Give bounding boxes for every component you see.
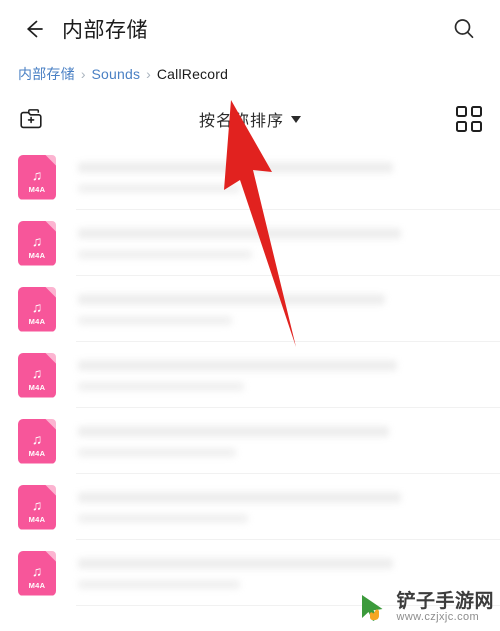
file-info: [78, 293, 482, 325]
music-note-glyph: ♫: [31, 364, 43, 381]
file-detail-redacted: [78, 249, 252, 259]
page-title: 内部存储: [62, 19, 148, 42]
breadcrumb-item-sounds[interactable]: Sounds: [91, 66, 140, 82]
file-list: ♫ M4A ♫ M4A ♫ M4A ♫ M4A ♫ M4A ♫ M4A ♫ M4…: [0, 144, 500, 606]
grid-cell: [471, 121, 482, 132]
grid-cell: [456, 121, 467, 132]
music-note-glyph: ♫: [31, 166, 43, 183]
music-note-glyph: ♫: [31, 496, 43, 513]
grid-cell: [471, 106, 482, 117]
m4a-file-icon: ♫ M4A: [18, 154, 56, 200]
file-name-redacted: [78, 491, 402, 503]
file-detail-redacted: [78, 315, 232, 325]
music-note-glyph: ♫: [31, 232, 43, 249]
m4a-file-icon: ♫ M4A: [18, 550, 56, 596]
file-extension-badge: M4A: [28, 382, 46, 392]
file-name-redacted: [78, 161, 394, 173]
m4a-file-icon: ♫ M4A: [18, 220, 56, 266]
chevron-down-icon: [291, 115, 302, 123]
site-watermark: 铲子手游网 www.czjxjc.com: [355, 590, 494, 626]
table-row[interactable]: ♫ M4A: [0, 474, 500, 540]
sort-dropdown-label: 按名称排序: [198, 113, 285, 130]
file-extension-badge: M4A: [28, 514, 46, 524]
file-name-redacted: [78, 227, 402, 239]
file-extension-badge: M4A: [28, 316, 46, 326]
m4a-file-icon: ♫ M4A: [18, 352, 56, 398]
file-extension-badge: M4A: [28, 250, 46, 260]
new-folder-icon[interactable]: [18, 106, 44, 132]
file-detail-redacted: [78, 183, 240, 193]
breadcrumb: 内部存储 › Sounds › CallRecord: [0, 58, 500, 94]
grid-view-icon[interactable]: [456, 106, 482, 132]
breadcrumb-separator-icon: ›: [146, 66, 151, 82]
file-detail-redacted: [78, 579, 240, 589]
file-detail-redacted: [78, 513, 248, 523]
file-toolbar: 按名称排序: [0, 94, 500, 144]
watermark-url: www.czjxjc.com: [396, 611, 480, 624]
file-name-redacted: [78, 293, 386, 305]
search-icon[interactable]: [450, 15, 478, 43]
file-name-redacted: [78, 557, 394, 569]
table-row[interactable]: ♫ M4A: [0, 342, 500, 408]
m4a-file-icon: ♫ M4A: [18, 418, 56, 464]
music-note-glyph: ♫: [31, 298, 43, 315]
table-row[interactable]: ♫ M4A: [0, 276, 500, 342]
table-row[interactable]: ♫ M4A: [0, 408, 500, 474]
cursor-hand-logo-icon: [355, 590, 391, 626]
file-name-redacted: [78, 359, 398, 371]
music-note-glyph: ♫: [31, 562, 43, 579]
m4a-file-icon: ♫ M4A: [18, 484, 56, 530]
file-info: [78, 491, 482, 523]
file-info: [78, 359, 482, 391]
table-row[interactable]: ♫ M4A: [0, 144, 500, 210]
file-extension-badge: M4A: [28, 184, 46, 194]
grid-cell: [456, 106, 467, 117]
watermark-title: 铲子手游网: [396, 591, 494, 613]
breadcrumb-item-internal-storage[interactable]: 内部存储: [18, 64, 75, 84]
file-extension-badge: M4A: [28, 448, 46, 458]
back-arrow-icon[interactable]: [18, 14, 48, 44]
file-info: [78, 557, 482, 589]
file-detail-redacted: [78, 447, 236, 457]
breadcrumb-item-callrecord: CallRecord: [156, 66, 229, 82]
music-note-glyph: ♫: [31, 430, 43, 447]
file-extension-badge: M4A: [28, 580, 46, 590]
sort-dropdown[interactable]: 按名称排序: [198, 107, 302, 131]
m4a-file-icon: ♫ M4A: [18, 286, 56, 332]
file-name-redacted: [78, 425, 390, 437]
file-info: [78, 161, 482, 193]
table-row[interactable]: ♫ M4A: [0, 210, 500, 276]
file-info: [78, 227, 482, 259]
breadcrumb-separator-icon: ›: [80, 66, 86, 82]
file-detail-redacted: [78, 381, 244, 391]
file-info: [78, 425, 482, 457]
app-header: 内部存储: [0, 0, 500, 58]
